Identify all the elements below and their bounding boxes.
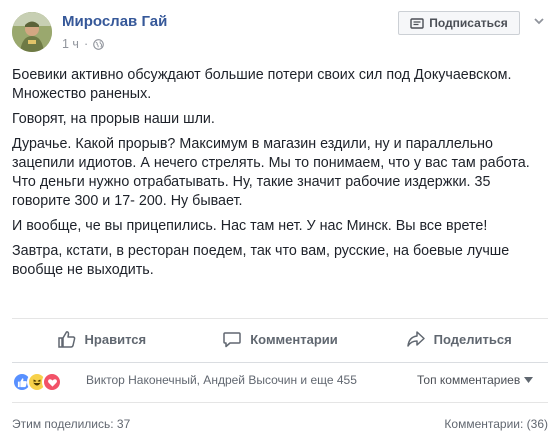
share-arrow-icon (406, 331, 425, 347)
share-label: Поделиться (433, 331, 512, 347)
action-bar: Нравится Комментарии Поделиться (12, 319, 548, 359)
avatar-image (12, 12, 52, 52)
divider (12, 402, 548, 403)
comment-label: Комментарии (250, 331, 338, 347)
shares-count[interactable]: Этим поделились: 37 (12, 417, 130, 431)
comment-bubble-icon (223, 332, 241, 348)
share-button[interactable]: Поделиться (369, 319, 548, 359)
globe-icon[interactable] (93, 38, 104, 50)
love-reaction-icon (42, 372, 62, 392)
rss-feed-icon (410, 18, 424, 29)
subscribe-label: Подписаться (429, 16, 508, 30)
more-options-icon[interactable] (531, 14, 547, 28)
post-body: Боевики активно обсуждают большие потери… (12, 66, 548, 286)
like-label: Нравится (84, 331, 147, 347)
subscribe-button[interactable]: Подписаться (398, 11, 520, 35)
caret-down-icon (524, 377, 534, 383)
like-button[interactable]: Нравится (12, 319, 191, 359)
reaction-names[interactable]: Виктор Наконечный, Андрей Высочин и еще … (86, 373, 357, 387)
sort-label: Топ комментариев (417, 373, 521, 387)
author-name[interactable]: Мирослав Гай (62, 13, 167, 30)
sort-comments-dropdown[interactable]: Топ комментариев (417, 373, 534, 387)
paragraph: И вообще, че вы прицепились. Нас там нет… (12, 218, 488, 234)
reaction-icons[interactable] (12, 371, 62, 393)
paragraph: Дурачье. Какой прорыв? Максимум в магази… (12, 136, 530, 209)
meta-separator: · (83, 37, 89, 51)
facebook-post: Мирослав Гай 1 ч · Подписаться Боевики а… (0, 0, 560, 441)
thumbs-up-icon (57, 331, 75, 348)
paragraph: Говорят, на прорыв наши шли. (12, 111, 215, 127)
divider (12, 362, 548, 363)
paragraph: Завтра, кстати, в ресторан поедем, так ч… (12, 243, 510, 278)
author-avatar[interactable] (12, 12, 52, 52)
comments-count[interactable]: Комментарии: (36) (444, 417, 548, 431)
paragraph: Боевики активно обсуждают большие потери… (12, 67, 512, 102)
post-meta: 1 ч · (62, 37, 104, 51)
post-time[interactable]: 1 ч (62, 37, 79, 51)
comment-button[interactable]: Комментарии (191, 319, 370, 359)
